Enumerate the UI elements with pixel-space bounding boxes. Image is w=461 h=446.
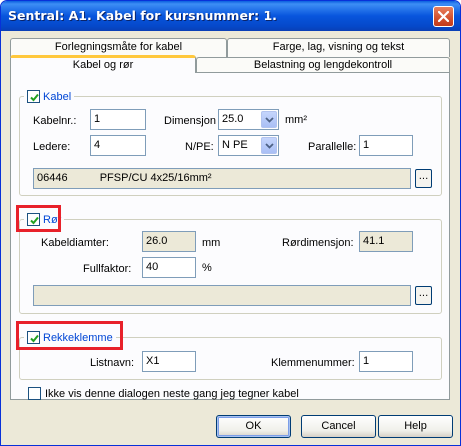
- kabel-checkbox[interactable]: [27, 90, 40, 103]
- parallelle-field[interactable]: 1: [359, 135, 413, 156]
- chevron-down-icon: [265, 117, 274, 123]
- kabel-legend-label: Kabel: [43, 90, 72, 103]
- fullfaktor-field[interactable]: 40: [142, 257, 196, 278]
- ror-description-field: [33, 285, 411, 306]
- dimensjon-label: Dimensjon: [164, 115, 216, 127]
- cable-description-field: 06446 PFSP/CU 4x25/16mm²: [33, 168, 411, 189]
- ror-highlight-box: [16, 205, 61, 232]
- ok-button[interactable]: OK: [216, 415, 291, 438]
- kabelnr-label: Kabelnr.:: [33, 115, 77, 127]
- ledere-field[interactable]: 4: [90, 135, 146, 156]
- ledere-label: Ledere:: [33, 141, 71, 153]
- ror-browse-button[interactable]: ...: [415, 286, 432, 305]
- close-button[interactable]: [433, 6, 454, 27]
- parallelle-label: Parallelle:: [308, 141, 357, 153]
- tab-kabel-og-ror[interactable]: Kabel og rør: [10, 55, 196, 73]
- npe-value: N PE: [222, 139, 248, 151]
- cancel-button[interactable]: Cancel: [301, 415, 376, 438]
- kabelnr-field[interactable]: 1: [90, 109, 146, 130]
- kabeldiameter-field: 26.0: [142, 231, 196, 252]
- fullfaktor-unit: %: [202, 262, 212, 274]
- checkmark-icon: [30, 93, 39, 102]
- title-bar[interactable]: Sentral: A1. Kabel for kursnummer: 1.: [1, 1, 460, 31]
- ikke-vis-label: Ikke vis denne dialogen neste gang jeg t…: [45, 387, 299, 400]
- rordimensjon-label: Rørdimensjon:: [282, 237, 354, 249]
- tab-belastning[interactable]: Belastning og lengdekontroll: [196, 57, 450, 73]
- dimensjon-dropdown-button[interactable]: [261, 111, 277, 128]
- rordimensjon-field: 41.1: [359, 231, 413, 252]
- tab-farge-lag[interactable]: Farge, lag, visning og tekst: [227, 38, 450, 57]
- dialog-window: Sentral: A1. Kabel for kursnummer: 1. Fo…: [0, 0, 461, 446]
- help-button[interactable]: Help: [378, 415, 453, 438]
- dimensjon-value: 25.0: [222, 113, 244, 125]
- klemmenummer-label: Klemmenummer:: [271, 357, 355, 369]
- listnavn-field[interactable]: X1: [142, 351, 196, 372]
- rekkeklemme-highlight-box: [16, 321, 123, 350]
- klemmenummer-field[interactable]: 1: [359, 351, 413, 372]
- dimensjon-unit: mm²: [285, 114, 307, 126]
- kabel-browse-button[interactable]: ...: [415, 169, 432, 188]
- npe-label: N/PE:: [185, 141, 214, 153]
- window-title: Sentral: A1. Kabel for kursnummer: 1.: [8, 8, 277, 23]
- fullfaktor-label: Fullfaktor:: [83, 263, 132, 275]
- cable-desc: PFSP/CU 4x25/16mm²: [99, 172, 212, 184]
- close-icon: [438, 11, 449, 22]
- ikke-vis-option[interactable]: Ikke vis denne dialogen neste gang jeg t…: [28, 387, 299, 400]
- cable-code: 06446: [37, 172, 68, 184]
- dimensjon-select[interactable]: 25.0: [218, 109, 279, 130]
- npe-select[interactable]: N PE: [218, 135, 279, 156]
- ikke-vis-checkbox[interactable]: [28, 387, 41, 400]
- kabel-legend[interactable]: Kabel: [24, 89, 75, 104]
- listnavn-label: Listnavn:: [90, 357, 135, 369]
- kabeldiameter-unit: mm: [202, 237, 221, 249]
- npe-dropdown-button[interactable]: [261, 137, 277, 154]
- kabeldiameter-label: Kabeldiamter:: [41, 237, 109, 249]
- chevron-down-icon: [265, 143, 274, 149]
